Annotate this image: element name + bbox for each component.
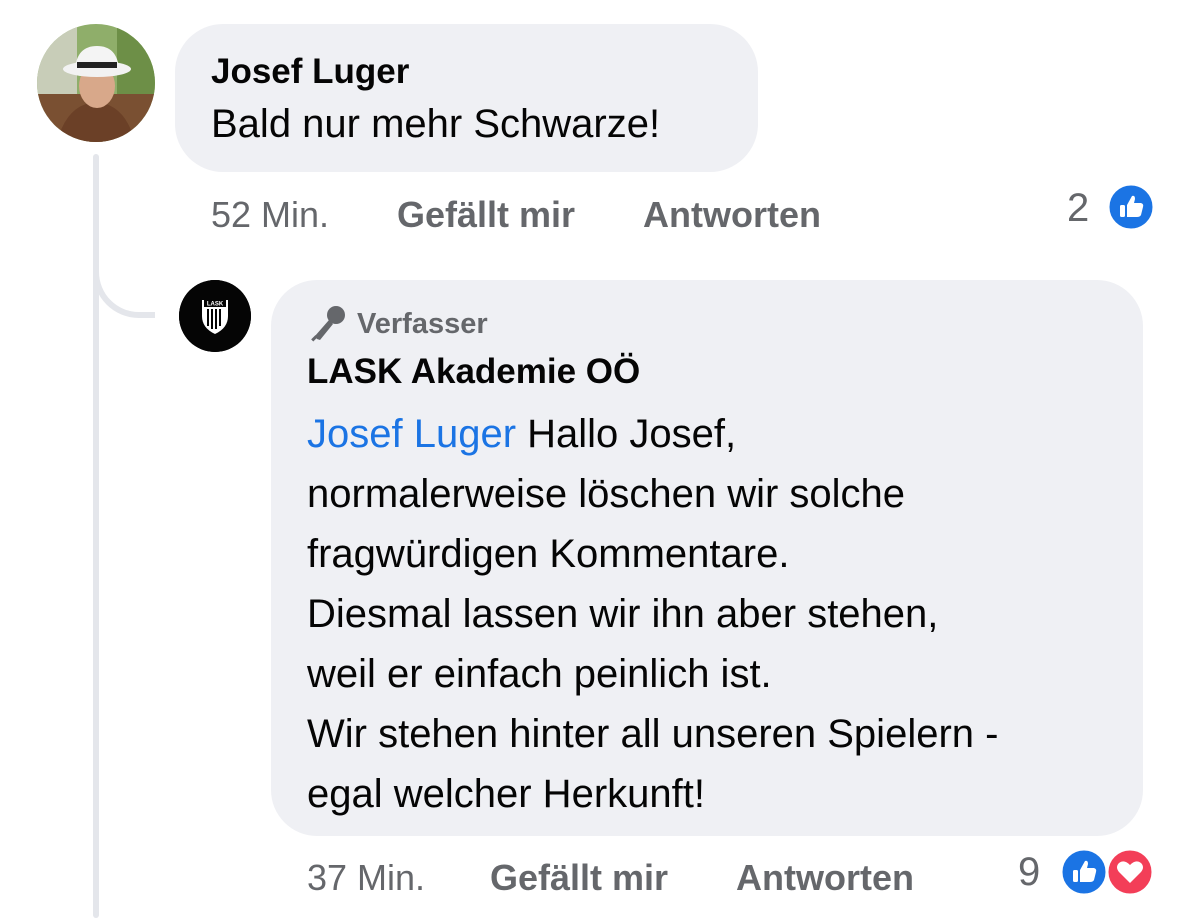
like-button[interactable]: Gefällt mir [397,194,575,236]
reply-like-button[interactable]: Gefällt mir [490,857,668,899]
reply-line-1-text: Hallo Josef, [516,412,737,456]
reply-line-7: egal welcher Herkunft! [307,772,705,816]
heart-icon[interactable] [1104,846,1156,898]
reply-button[interactable]: Antworten [643,194,821,236]
reaction-count[interactable]: 2 [1067,186,1089,231]
reply-line-4: Diesmal lassen wir ihn aber stehen, [307,592,939,636]
reply-timestamp[interactable]: 37 Min. [307,857,425,899]
like-icon[interactable] [1106,182,1156,232]
microphone-icon [311,306,345,342]
comment-author[interactable]: Josef Luger [211,52,409,92]
reply-line-3: fragwürdigen Kommentare. [307,532,790,576]
comment-text: Bald nur mehr Schwarze! [211,102,661,146]
reply-line-6: Wir stehen hinter all unseren Spielern - [307,712,999,756]
reply-line-2: normalerweise löschen wir solche [307,472,906,516]
reply-line-1: Josef Luger Hallo Josef, [307,404,1127,464]
mention-link[interactable]: Josef Luger [307,412,516,456]
page-avatar[interactable]: LASK [179,280,251,352]
comment-timestamp[interactable]: 52 Min. [211,194,329,236]
reply-reaction-count[interactable]: 9 [1018,850,1040,895]
lask-logo: LASK [179,280,251,352]
thread-connector-curve [93,256,155,318]
reply-text: Josef Luger Hallo Josef, normalerweise l… [307,404,1127,824]
svg-text:LASK: LASK [207,302,224,308]
reply-author[interactable]: LASK Akademie OÖ [307,352,640,392]
reply-reply-button[interactable]: Antworten [736,857,914,899]
reply-line-5: weil er einfach peinlich ist. [307,652,772,696]
comment-bubble [175,24,758,172]
avatar[interactable] [37,24,155,142]
profile-photo [37,24,155,142]
author-badge: Verfasser [357,308,488,340]
like-icon[interactable] [1058,846,1110,898]
